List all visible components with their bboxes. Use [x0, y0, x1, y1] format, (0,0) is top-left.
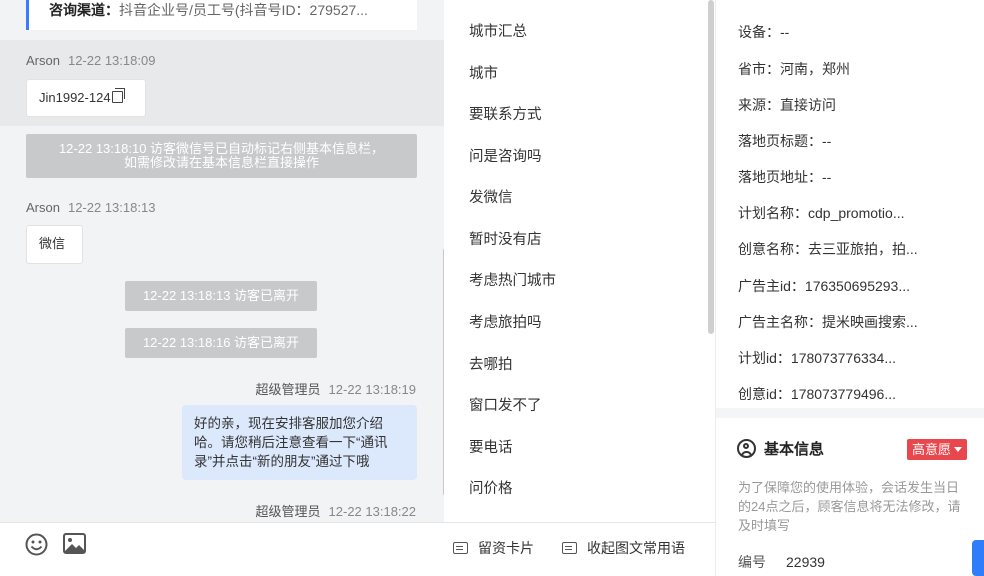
field-value: 176350695293...: [804, 278, 911, 294]
emoji-icon[interactable]: [25, 533, 48, 556]
sender-name: Arson: [26, 200, 60, 215]
section-divider: [716, 408, 984, 418]
message-sender: 超级管理员 12-22 13:18:19: [256, 379, 416, 398]
message-sender: Arson 12-22 13:18:09: [26, 53, 155, 68]
field-creative-id: 创意id：178073779496...: [738, 384, 896, 404]
field-label: 设备：: [738, 24, 780, 40]
intent-label: 高意愿: [912, 442, 952, 457]
copy-icon[interactable]: [111, 88, 125, 103]
visitor-id-row: 编号 22939: [738, 552, 825, 572]
phrase-item[interactable]: 问价格: [469, 477, 513, 498]
message-bubble[interactable]: 微信: [26, 225, 83, 264]
field-value: --: [822, 133, 832, 149]
phrase-item[interactable]: 暂时没有店: [469, 228, 542, 249]
field-label: 来源：: [738, 97, 780, 113]
message-sender: Arson 12-22 13:18:13: [26, 200, 155, 215]
message-sender: 超级管理员 12-22 13:18:22: [256, 501, 416, 520]
channel-value: 抖音企业号/员工号(抖音号ID：279527...: [119, 2, 368, 18]
field-value: 178073779496...: [790, 386, 897, 402]
field-value: 直接访问: [780, 97, 836, 113]
id-value: 22939: [786, 554, 825, 570]
field-label: 创意名称：: [738, 241, 808, 257]
phrase-item[interactable]: 问是咨询吗: [469, 145, 542, 166]
lead-card-label: 留资卡片: [478, 540, 534, 556]
field-advertiser-name: 广告主名称：提米映画搜索...: [738, 312, 918, 332]
lead-card-button[interactable]: 留资卡片: [453, 538, 534, 558]
message-time: 12-22 13:18:09: [67, 53, 156, 68]
field-label: 计划id：: [738, 350, 791, 366]
field-landing-title: 落地页标题：--: [738, 131, 831, 151]
floating-side-button[interactable]: [972, 540, 984, 576]
phrase-item[interactable]: 去哪拍: [469, 353, 513, 374]
field-label: 广告主名称：: [738, 314, 822, 330]
chat-panel: 咨询渠道：抖音企业号/员工号(抖音号ID：279527... Arson 12-2…: [0, 0, 444, 522]
phrase-item[interactable]: 要联系方式: [469, 103, 542, 124]
field-landing-url: 落地页地址：--: [738, 167, 831, 187]
field-creative-name: 创意名称：去三亚旅拍，拍...: [738, 239, 918, 259]
channel-info-card: 咨询渠道：抖音企业号/员工号(抖音号ID：279527...: [26, 0, 417, 30]
quick-phrase-list: 城市汇总 城市 要联系方式 问是咨询吗 发微信 暂时没有店 考虑热门城市 考虑旅…: [448, 0, 715, 522]
message-time: 12-22 13:18:22: [328, 504, 416, 519]
field-plan-name: 计划名称：cdp_promotio...: [738, 203, 905, 223]
system-notice-line1: 12-22 13:18:10 访客微信号已自动标记右侧基本信息栏，: [58, 141, 385, 156]
field-value: --: [822, 169, 832, 185]
id-label: 编号: [738, 554, 766, 570]
system-notice-line2: 如需修改请在基本信息栏直接操作: [123, 155, 319, 170]
field-value: 河南，郑州: [780, 61, 850, 77]
field-value: 去三亚旅拍，拍...: [808, 241, 918, 257]
collapse-phrases-button[interactable]: 收起图文常用语: [562, 538, 685, 558]
channel-label: 咨询渠道：: [49, 2, 119, 18]
collapse-phrases-label: 收起图文常用语: [587, 540, 685, 556]
field-label: 广告主id：: [738, 278, 805, 294]
field-plan-id: 计划id：178073776334...: [738, 348, 896, 368]
phrase-item[interactable]: 考虑热门城市: [469, 269, 556, 290]
sender-name: Arson: [26, 53, 60, 68]
edit-notice: 为了保障您的使用体验，会话发生当日的24点之后，顾客信息将无法修改，请及时填写: [738, 480, 961, 533]
message-text: Jin1992-124: [39, 90, 111, 105]
message-card-icon: [562, 542, 577, 554]
phrase-scrollbar[interactable]: [708, 0, 714, 334]
sender-name: 超级管理员: [255, 382, 321, 397]
phrase-item[interactable]: 要电话: [469, 436, 513, 457]
chat-scrollbar[interactable]: [443, 248, 444, 496]
field-device: 设备：--: [738, 22, 789, 42]
image-icon[interactable]: [63, 533, 86, 554]
message-card-icon: [453, 542, 468, 554]
field-province-city: 省市：河南，郑州: [738, 59, 850, 79]
field-advertiser-id: 广告主id：176350695293...: [738, 276, 910, 296]
field-value: cdp_promotio...: [808, 205, 905, 221]
field-value: 提米映画搜索...: [822, 314, 918, 330]
message-bubble[interactable]: Jin1992-124: [26, 79, 146, 117]
sender-name: 超级管理员: [255, 504, 321, 519]
field-value: --: [780, 24, 790, 40]
field-value: 178073776334...: [790, 350, 897, 366]
field-label: 落地页地址：: [738, 169, 822, 185]
message-time: 12-22 13:18:19: [328, 382, 416, 397]
agent-message-bubble[interactable]: 好的亲，现在安排客服加您介绍哈。请您稍后注意查看一下“通讯录”并点击“新的朋友”…: [182, 405, 417, 480]
phrase-item[interactable]: 窗口发不了: [469, 394, 542, 415]
input-toolbar: 留资卡片 收起图文常用语: [0, 522, 715, 576]
field-label: 创意id：: [738, 386, 791, 402]
user-icon: [737, 439, 756, 458]
intent-dropdown[interactable]: 高意愿: [907, 439, 968, 460]
system-notice: 12-22 13:18:16 访客已离开: [125, 328, 317, 358]
phrase-item[interactable]: 考虑旅拍吗: [469, 311, 542, 332]
visitor-info-panel: 设备：-- 省市：河南，郑州 来源：直接访问 落地页标题：-- 落地页地址：--…: [715, 0, 984, 576]
caret-down-icon: [954, 447, 963, 452]
message-text: 微信: [39, 236, 66, 251]
system-notice: 12-22 13:18:13 访客已离开: [125, 281, 317, 311]
field-label: 计划名称：: [738, 205, 808, 221]
phrase-item[interactable]: 发微信: [469, 186, 513, 207]
field-label: 省市：: [738, 61, 780, 77]
basic-info-heading: 基本信息: [737, 438, 824, 459]
field-source: 来源：直接访问: [738, 95, 836, 115]
message-time: 12-22 13:18:13: [67, 200, 156, 215]
phrase-item[interactable]: 城市: [469, 62, 498, 83]
phrase-item[interactable]: 城市汇总: [469, 20, 527, 41]
system-notice: 12-22 13:18:10 访客微信号已自动标记右侧基本信息栏， 如需修改请在…: [26, 134, 417, 178]
basic-info-title: 基本信息: [764, 441, 825, 458]
field-label: 落地页标题：: [738, 133, 822, 149]
